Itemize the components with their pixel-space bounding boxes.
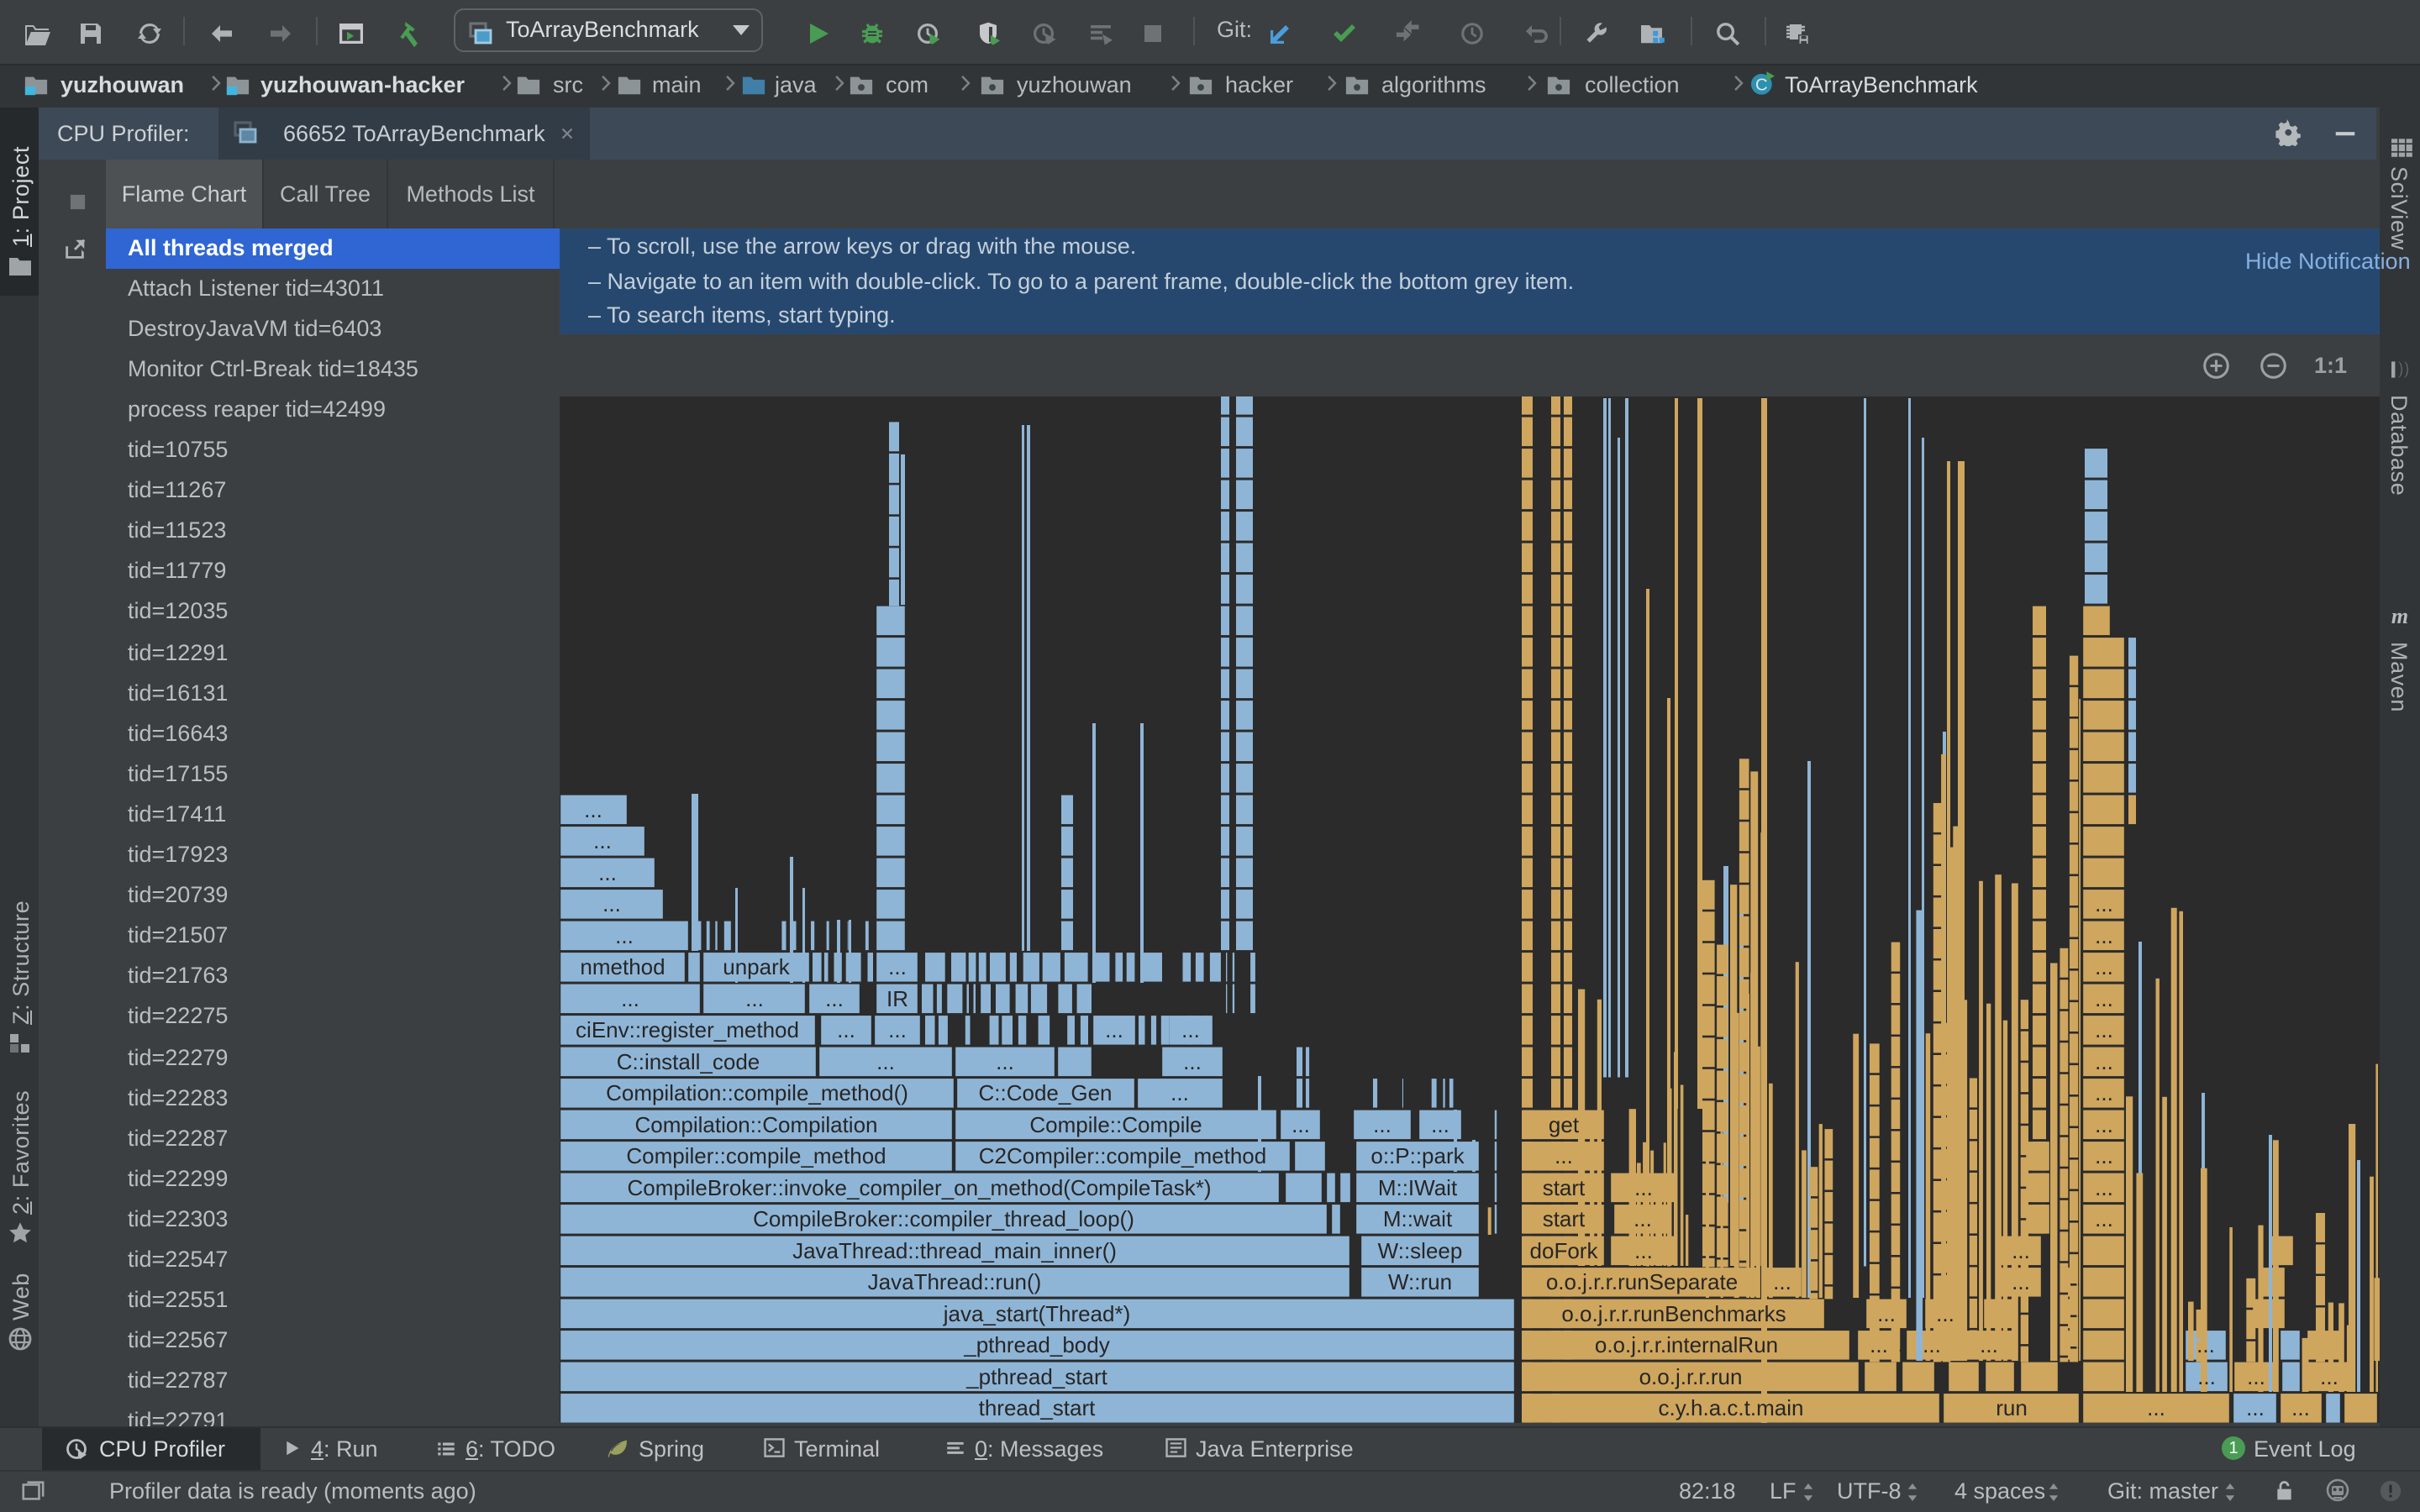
- svg-text:...: ...: [584, 796, 602, 822]
- svg-text:Compile::Compile: Compile::Compile: [1029, 1111, 1202, 1137]
- svg-text:...: ...: [1870, 1331, 1888, 1357]
- svg-text:CompileBroker::invoke_compiler: CompileBroker::invoke_compiler_on_method…: [627, 1174, 1211, 1200]
- svg-text:...: ...: [2012, 1268, 2030, 1294]
- svg-text:ciEnv::register_method: ciEnv::register_method: [576, 1016, 799, 1042]
- svg-text:c.y.h.a.c.t.main: c.y.h.a.c.t.main: [1659, 1394, 1804, 1420]
- svg-text:Compilation::compile_method(): Compilation::compile_method(): [606, 1079, 908, 1105]
- svg-text:Compilation::Compilation: Compilation::Compilation: [634, 1111, 877, 1137]
- svg-text:...: ...: [2291, 1394, 2310, 1420]
- svg-text:o.o.j.r.r.runBenchmarks: o.o.j.r.r.runBenchmarks: [1561, 1300, 1786, 1326]
- svg-text:o::P::park: o::P::park: [1370, 1142, 1465, 1168]
- svg-text:...: ...: [2247, 1363, 2265, 1389]
- svg-text:...: ...: [2095, 1142, 2113, 1168]
- svg-text:...: ...: [1877, 1300, 1896, 1326]
- svg-text:...: ...: [615, 922, 634, 948]
- svg-text:_pthread_body: _pthread_body: [963, 1331, 1109, 1357]
- svg-text:o.o.j.r.r.run: o.o.j.r.r.run: [1639, 1363, 1743, 1389]
- svg-text:...: ...: [2012, 1237, 2030, 1263]
- svg-text:...: ...: [2095, 890, 2113, 916]
- svg-text:...: ...: [2095, 1048, 2113, 1074]
- svg-text:...: ...: [2095, 1111, 2113, 1137]
- svg-text:...: ...: [888, 1016, 907, 1042]
- svg-text:IR: IR: [886, 985, 908, 1011]
- svg-text:...: ...: [2246, 1394, 2265, 1420]
- svg-text:C::Code_Gen: C::Code_Gen: [979, 1079, 1113, 1105]
- svg-text:start: start: [1543, 1205, 1586, 1231]
- svg-text:M::IWait: M::IWait: [1378, 1174, 1458, 1200]
- svg-text:C: C: [1755, 76, 1768, 95]
- svg-text:...: ...: [2095, 1205, 2113, 1231]
- svg-text:...: ...: [2095, 985, 2113, 1011]
- svg-text:...: ...: [2095, 1016, 2113, 1042]
- svg-text:JavaThread::thread_main_inner(: JavaThread::thread_main_inner(): [792, 1237, 1117, 1263]
- svg-text:java_start(Thread*): java_start(Thread*): [943, 1300, 1131, 1326]
- svg-text:start: start: [1543, 1174, 1586, 1200]
- svg-text:...: ...: [2095, 922, 2113, 948]
- svg-text:...: ...: [2196, 1331, 2215, 1357]
- svg-text:run: run: [1996, 1394, 2028, 1420]
- svg-text:...: ...: [1634, 1205, 1652, 1231]
- svg-text:...: ...: [1105, 1016, 1123, 1042]
- svg-text:m: m: [2391, 604, 2408, 628]
- svg-text:C::install_code: C::install_code: [617, 1048, 760, 1074]
- svg-text:...: ...: [2095, 1174, 2113, 1200]
- svg-text:...: ...: [745, 985, 764, 1011]
- svg-text:...: ...: [837, 1016, 855, 1042]
- svg-text:JavaThread::run(): JavaThread::run(): [868, 1268, 1042, 1294]
- svg-text:...: ...: [1183, 1048, 1202, 1074]
- svg-text:...: ...: [1923, 1331, 1941, 1357]
- svg-text:get: get: [1549, 1111, 1580, 1137]
- svg-text:...: ...: [1373, 1111, 1392, 1137]
- svg-text:CompileBroker::compiler_thread: CompileBroker::compiler_thread_loop(): [753, 1205, 1134, 1231]
- svg-text:nmethod: nmethod: [580, 953, 665, 979]
- svg-text:M::wait: M::wait: [1383, 1205, 1453, 1231]
- svg-text:...: ...: [996, 1048, 1014, 1074]
- svg-text:...: ...: [1555, 1142, 1573, 1168]
- svg-text:doFork: doFork: [1530, 1237, 1599, 1263]
- svg-text:C2Compiler::compile_method: C2Compiler::compile_method: [979, 1142, 1266, 1168]
- svg-text:...: ...: [1634, 1174, 1653, 1200]
- svg-text:...: ...: [621, 985, 639, 1011]
- svg-text:thread_start: thread_start: [979, 1394, 1097, 1420]
- svg-text:...: ...: [2197, 1363, 2216, 1389]
- svg-text:...: ...: [1773, 1268, 1791, 1294]
- svg-text:...: ...: [1634, 1237, 1653, 1263]
- svg-text:...: ...: [593, 827, 612, 853]
- svg-text:_pthread_start: _pthread_start: [965, 1363, 1107, 1389]
- svg-text:...: ...: [1292, 1111, 1310, 1137]
- svg-text:...: ...: [1936, 1300, 1954, 1326]
- svg-text:Compiler::compile_method: Compiler::compile_method: [626, 1142, 886, 1168]
- svg-text:...: ...: [598, 859, 617, 885]
- svg-text:W::sleep: W::sleep: [1378, 1237, 1463, 1263]
- svg-text:o.o.j.r.r.runSeparate: o.o.j.r.r.runSeparate: [1546, 1268, 1738, 1294]
- svg-text:...: ...: [1181, 1016, 1200, 1042]
- svg-text:...: ...: [2095, 1079, 2113, 1105]
- svg-text:...: ...: [602, 890, 621, 916]
- svg-text:...: ...: [876, 1048, 895, 1074]
- svg-text:unpark: unpark: [723, 953, 790, 979]
- svg-text:...: ...: [2095, 953, 2113, 979]
- svg-text:...: ...: [1980, 1331, 1998, 1357]
- svg-text:...: ...: [2147, 1394, 2165, 1420]
- svg-text:...: ...: [2320, 1363, 2338, 1389]
- svg-text:W::run: W::run: [1388, 1268, 1452, 1294]
- svg-text:...: ...: [1171, 1079, 1189, 1105]
- svg-text:...: ...: [888, 953, 907, 979]
- svg-text:...: ...: [825, 985, 844, 1011]
- svg-text:...: ...: [1431, 1111, 1449, 1137]
- svg-text:o.o.j.r.r.internalRun: o.o.j.r.r.internalRun: [1595, 1331, 1778, 1357]
